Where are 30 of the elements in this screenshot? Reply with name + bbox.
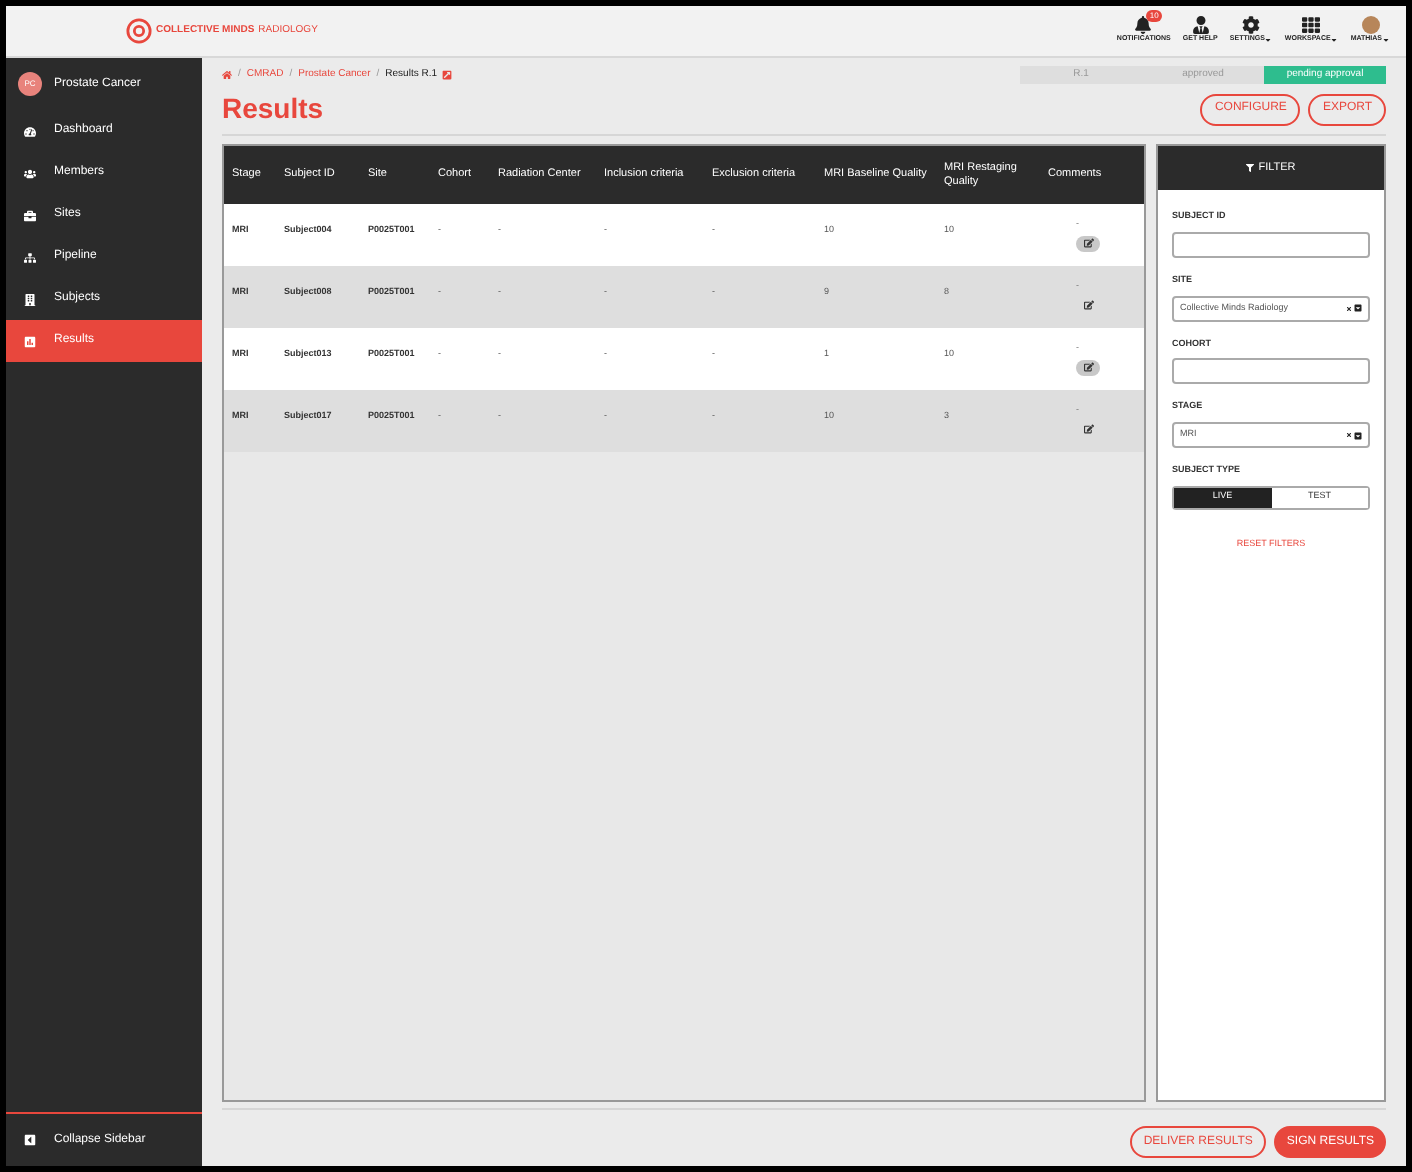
logo-icon [126, 18, 152, 44]
link-icon[interactable] [441, 70, 451, 80]
comment-button[interactable] [1076, 235, 1100, 252]
avatar-icon [1361, 16, 1380, 35]
home-icon[interactable] [222, 70, 232, 80]
edit-icon [1083, 362, 1093, 373]
caret-icon [1382, 36, 1390, 44]
page-title: Results [222, 90, 324, 128]
dropdown-icon[interactable] [1354, 304, 1362, 312]
person-icon [1191, 16, 1210, 35]
dropdown-icon[interactable] [1354, 431, 1362, 439]
grid-icon [1302, 16, 1321, 35]
bell-icon [1134, 16, 1153, 35]
people-icon [24, 167, 36, 179]
settings-icon [1242, 16, 1261, 35]
gauge-icon [24, 125, 36, 137]
text-field[interactable] [1172, 231, 1370, 258]
chart-icon [24, 335, 36, 347]
filter-icon [1246, 164, 1255, 172]
clear-icon[interactable] [1346, 432, 1352, 438]
collapse-icon [24, 1134, 36, 1146]
buildings-icon [24, 293, 36, 305]
edit-icon [1083, 238, 1093, 249]
clear-icon[interactable] [1346, 305, 1352, 311]
briefcase-icon [24, 209, 36, 221]
edit-icon [1083, 300, 1093, 311]
comment-button[interactable] [1076, 359, 1100, 376]
tree-icon [24, 251, 36, 263]
edit-icon [1083, 424, 1093, 435]
text-field[interactable] [1172, 358, 1370, 385]
